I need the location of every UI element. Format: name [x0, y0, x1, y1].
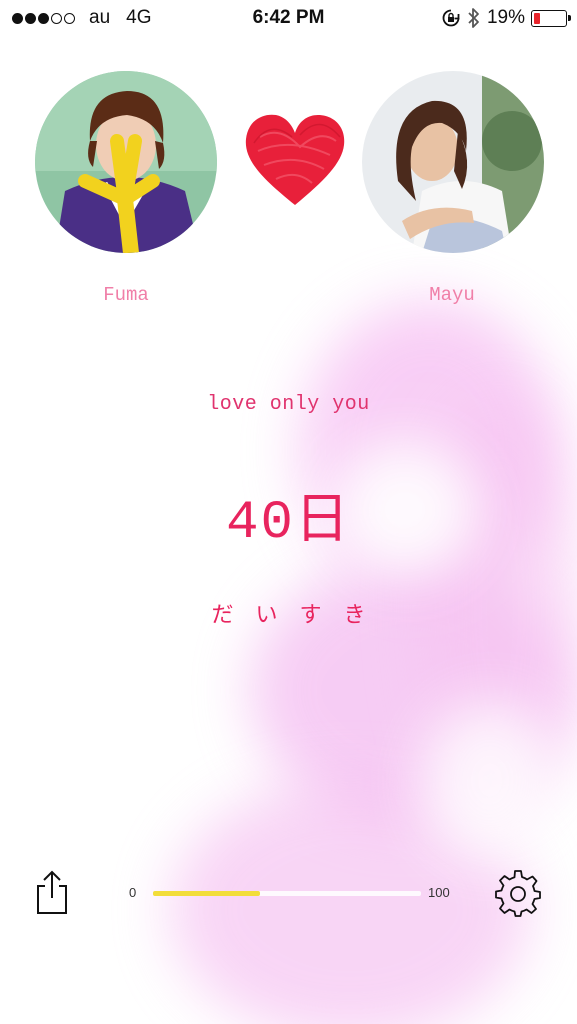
love-message: だいすき [211, 603, 388, 628]
heart-icon [245, 114, 345, 205]
battery-percent: 19% [486, 7, 525, 28]
status-bar: au 4G 6:42 PM 19% [0, 0, 577, 40]
progress-min-label: 0 [129, 885, 137, 900]
rotation-lock-icon [442, 9, 460, 27]
partner-right-name: Mayu [429, 284, 475, 306]
progress-fill [153, 891, 261, 896]
share-icon[interactable] [30, 868, 74, 916]
progress-bar [153, 891, 421, 896]
tagline: love only you [207, 393, 370, 416]
bluetooth-icon [468, 8, 479, 28]
progress-max-label: 100 [428, 885, 450, 900]
status-right: 19% [441, 7, 571, 29]
partner-left-name: Fuma [103, 284, 149, 306]
avatar-left[interactable] [35, 71, 217, 253]
battery-icon [531, 9, 571, 27]
avatar-right[interactable] [362, 71, 544, 253]
gear-icon[interactable] [494, 870, 542, 918]
day-count: 40日 [226, 493, 351, 554]
